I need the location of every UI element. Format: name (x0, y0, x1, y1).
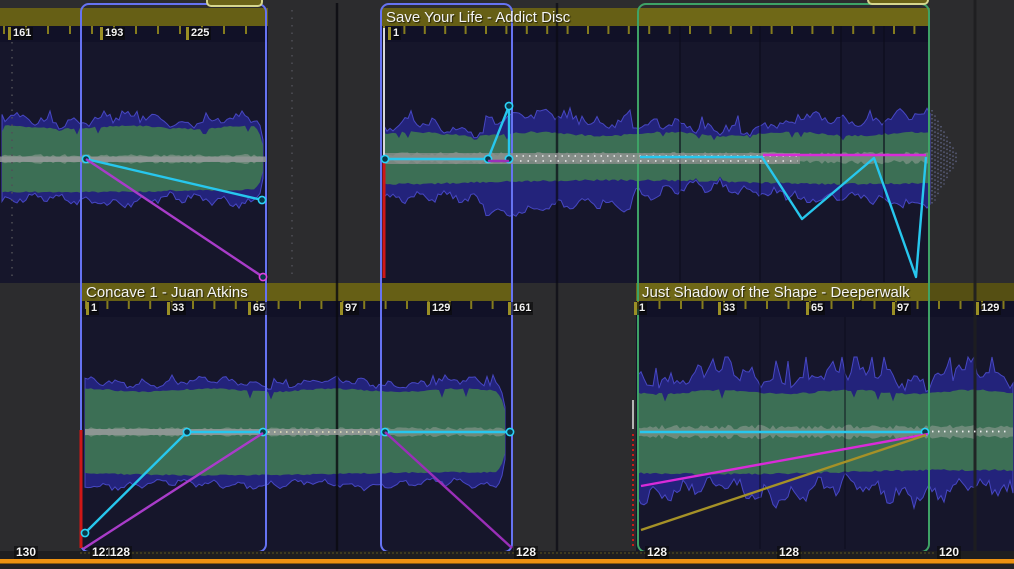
track3-volume-in[interactable] (385, 106, 509, 159)
track3-title[interactable]: Save Your Life - Addict Disc (386, 9, 570, 27)
track4-title[interactable]: Just Shadow of the Shape - Deeperwalk (642, 284, 910, 302)
bpm-label: 128 (514, 546, 538, 559)
bpm-label: 120 (937, 546, 961, 559)
ruler-label: 65 (806, 302, 825, 315)
track1-volume[interactable] (86, 159, 262, 200)
track1-crossfade-node[interactable] (259, 273, 266, 280)
track2-title[interactable]: Concave 1 - Juan Atkins (86, 284, 248, 302)
track2-volume-in[interactable] (85, 432, 263, 533)
ruler-label: 97 (340, 302, 359, 315)
track1-volume-node[interactable] (258, 196, 265, 203)
bpm-label: 130 (14, 546, 38, 559)
ruler-label: 129 (427, 302, 452, 315)
track4-eq[interactable] (641, 435, 926, 530)
ruler-label: 1 (634, 302, 647, 315)
track3-volume-in-node[interactable] (381, 155, 388, 162)
track3-volume-out[interactable] (640, 157, 926, 277)
ruler-label: 225 (186, 27, 211, 40)
ruler-label: 193 (100, 27, 125, 40)
ruler-label: 33 (718, 302, 737, 315)
ruler-label: 65 (248, 302, 267, 315)
timeline-scrollbar-shadow (0, 563, 1014, 564)
track2-crossfade-in[interactable] (83, 433, 263, 549)
mix-timeline: Save Your Life - Addict Disc Concave 1 -… (0, 0, 1014, 569)
ruler-label: 33 (167, 302, 186, 315)
ruler-label: 1 (388, 27, 401, 40)
track2-volume-out-node[interactable] (506, 428, 513, 435)
track2-volume-in-node[interactable] (81, 529, 88, 536)
track2-volume-in-node[interactable] (183, 428, 190, 435)
ruler-label: 161 (8, 27, 33, 40)
ruler-label: 129 (976, 302, 1001, 315)
track4-crossfade[interactable] (641, 434, 928, 486)
track2-crossfade-out[interactable] (385, 432, 512, 548)
ruler-label: 97 (892, 302, 911, 315)
transition-tooltip-partial-1[interactable] (206, 0, 263, 7)
ruler-label: 1 (86, 302, 99, 315)
bpm-label: 128 (777, 546, 801, 559)
bpm-label: 128 (108, 546, 132, 559)
track1-crossfade[interactable] (86, 159, 263, 277)
transition-tooltip-partial-2[interactable] (867, 0, 929, 5)
track3-volume-in-node[interactable] (505, 102, 512, 109)
center-line-track1 (0, 157, 266, 163)
bpm-label: 128 (645, 546, 669, 559)
ruler-label: 161 (508, 302, 533, 315)
